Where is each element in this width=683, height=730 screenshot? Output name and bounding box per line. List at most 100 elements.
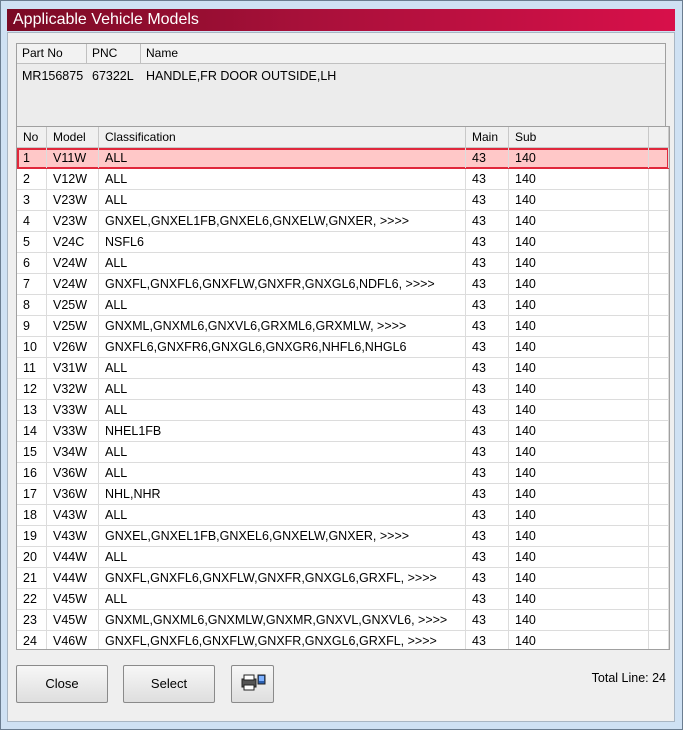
cell-sub: 140: [509, 442, 649, 462]
cell-sub: 140: [509, 484, 649, 504]
cell-no: 2: [17, 169, 47, 189]
cell-classification: GNXFL,GNXFL6,GNXFLW,GNXFR,GNXGL6,GRXFL, …: [99, 568, 466, 588]
cell-classification: ALL: [99, 295, 466, 315]
cell-classification: GNXFL,GNXFL6,GNXFLW,GNXFR,GNXGL6,NDFL6, …: [99, 274, 466, 294]
cell-spacer: [649, 253, 669, 273]
cell-sub: 140: [509, 589, 649, 609]
cell-main: 43: [466, 169, 509, 189]
cell-no: 12: [17, 379, 47, 399]
cell-classification: GNXFL6,GNXFR6,GNXGL6,GNXGR6,NHFL6,NHGL6: [99, 337, 466, 357]
cell-classification: ALL: [99, 463, 466, 483]
cell-model: V23W: [47, 211, 99, 231]
close-button[interactable]: Close: [16, 665, 108, 703]
cell-model: V44W: [47, 568, 99, 588]
table-row[interactable]: 20 V44W ALL 43 140: [17, 547, 669, 568]
cell-spacer: [649, 274, 669, 294]
cell-no: 18: [17, 505, 47, 525]
vehicle-models-table[interactable]: No Model Classification Main Sub 1 V11W AL…: [16, 126, 670, 650]
cell-main: 43: [466, 316, 509, 336]
cell-classification: GNXEL,GNXEL1FB,GNXEL6,GNXELW,GNXER, >>>>: [99, 526, 466, 546]
table-row[interactable]: 15 V34W ALL 43 140: [17, 442, 669, 463]
table-row[interactable]: 22 V45W ALL 43 140: [17, 589, 669, 610]
cell-main: 43: [466, 631, 509, 649]
cell-classification: GNXFL,GNXFL6,GNXFLW,GNXFR,GNXGL6,GRXFL, …: [99, 631, 466, 649]
table-row[interactable]: 8 V25W ALL 43 140: [17, 295, 669, 316]
total-line-label: Total Line: 24: [591, 671, 666, 685]
cell-no: 13: [17, 400, 47, 420]
cell-spacer: [649, 190, 669, 210]
cell-no: 17: [17, 484, 47, 504]
cell-main: 43: [466, 358, 509, 378]
cell-spacer: [649, 379, 669, 399]
table-row[interactable]: 11 V31W ALL 43 140: [17, 358, 669, 379]
table-row[interactable]: 23 V45W GNXML,GNXML6,GNXMLW,GNXMR,GNXVL,GN…: [17, 610, 669, 631]
table-row[interactable]: 17 V36W NHL,NHR 43 140: [17, 484, 669, 505]
table-row[interactable]: 12 V32W ALL 43 140: [17, 379, 669, 400]
table-row[interactable]: 21 V44W GNXFL,GNXFL6,GNXFLW,GNXFR,GNXGL6,G…: [17, 568, 669, 589]
cell-model: V26W: [47, 337, 99, 357]
cell-no: 6: [17, 253, 47, 273]
cell-main: 43: [466, 526, 509, 546]
table-row[interactable]: 18 V43W ALL 43 140: [17, 505, 669, 526]
cell-main: 43: [466, 253, 509, 273]
column-header-spacer: [649, 127, 669, 147]
column-header-classification[interactable]: Classification: [99, 127, 466, 147]
cell-spacer: [649, 400, 669, 420]
table-row[interactable]: 2 V12W ALL 43 140: [17, 169, 669, 190]
cell-sub: 140: [509, 274, 649, 294]
cell-model: V46W: [47, 631, 99, 649]
cell-main: 43: [466, 379, 509, 399]
cell-sub: 140: [509, 400, 649, 420]
cell-no: 24: [17, 631, 47, 649]
cell-no: 10: [17, 337, 47, 357]
select-button[interactable]: Select: [123, 665, 215, 703]
column-header-main[interactable]: Main: [466, 127, 509, 147]
pnc-value: 67322L: [92, 69, 134, 83]
header-pnc: PNC: [87, 44, 141, 63]
table-row[interactable]: 19 V43W GNXEL,GNXEL1FB,GNXEL6,GNXELW,GNXER…: [17, 526, 669, 547]
cell-no: 5: [17, 232, 47, 252]
cell-classification: ALL: [99, 547, 466, 567]
cell-classification: NSFL6: [99, 232, 466, 252]
cell-model: V36W: [47, 463, 99, 483]
table-row[interactable]: 24 V46W GNXFL,GNXFL6,GNXFLW,GNXFR,GNXGL6,G…: [17, 631, 669, 649]
table-row[interactable]: 9 V25W GNXML,GNXML6,GNXVL6,GRXML6,GRXMLW, …: [17, 316, 669, 337]
cell-main: 43: [466, 148, 509, 168]
cell-no: 16: [17, 463, 47, 483]
table-row[interactable]: 7 V24W GNXFL,GNXFL6,GNXFLW,GNXFR,GNXGL6,ND…: [17, 274, 669, 295]
column-header-sub[interactable]: Sub: [509, 127, 649, 147]
cell-sub: 140: [509, 526, 649, 546]
dialog-client: Part No PNC Name MR156875 67322L HANDLE,…: [7, 32, 675, 722]
print-button[interactable]: [231, 665, 274, 703]
table-row[interactable]: 3 V23W ALL 43 140: [17, 190, 669, 211]
table-row[interactable]: 14 V33W NHEL1FB 43 140: [17, 421, 669, 442]
cell-main: 43: [466, 505, 509, 525]
table-header: No Model Classification Main Sub: [17, 127, 669, 148]
cell-sub: 140: [509, 568, 649, 588]
table-row[interactable]: 1 V11W ALL 43 140: [17, 148, 669, 169]
table-row[interactable]: 6 V24W ALL 43 140: [17, 253, 669, 274]
cell-no: 1: [17, 148, 47, 168]
cell-spacer: [649, 547, 669, 567]
cell-no: 22: [17, 589, 47, 609]
cell-sub: 140: [509, 316, 649, 336]
table-row[interactable]: 16 V36W ALL 43 140: [17, 463, 669, 484]
table-row[interactable]: 5 V24C NSFL6 43 140: [17, 232, 669, 253]
cell-spacer: [649, 526, 669, 546]
cell-model: V44W: [47, 547, 99, 567]
table-row[interactable]: 10 V26W GNXFL6,GNXFR6,GNXGL6,GNXGR6,NHFL6,…: [17, 337, 669, 358]
table-row[interactable]: 13 V33W ALL 43 140: [17, 400, 669, 421]
cell-model: V24W: [47, 274, 99, 294]
cell-spacer: [649, 148, 669, 168]
window-title: Applicable Vehicle Models: [7, 9, 675, 31]
column-header-no[interactable]: No: [17, 127, 47, 147]
cell-no: 21: [17, 568, 47, 588]
cell-model: V43W: [47, 526, 99, 546]
cell-main: 43: [466, 400, 509, 420]
cell-model: V36W: [47, 484, 99, 504]
header-name: Name: [146, 46, 179, 60]
cell-no: 14: [17, 421, 47, 441]
table-row[interactable]: 4 V23W GNXEL,GNXEL1FB,GNXEL6,GNXELW,GNXER,…: [17, 211, 669, 232]
column-header-model[interactable]: Model: [47, 127, 99, 147]
cell-sub: 140: [509, 547, 649, 567]
